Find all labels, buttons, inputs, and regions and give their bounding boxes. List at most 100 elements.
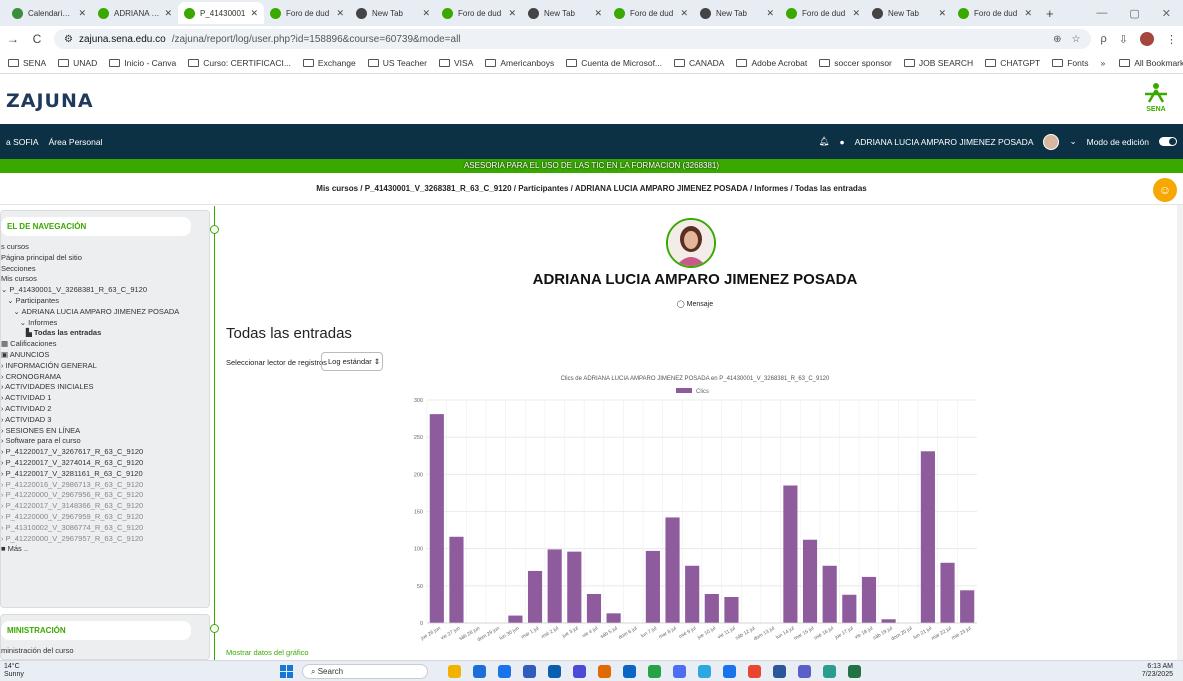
nav-tree-item[interactable]: › P_41220017_V_3267617_R_63_C_9120 bbox=[1, 447, 203, 458]
bar[interactable] bbox=[586, 594, 602, 623]
close-icon[interactable]: ✕ bbox=[938, 8, 946, 19]
bar[interactable] bbox=[822, 565, 837, 623]
close-icon[interactable]: ✕ bbox=[852, 8, 860, 19]
browser-tab[interactable]: New Tab ✕ bbox=[350, 2, 436, 24]
nav-tree-item[interactable]: › INFORMACIÓN GENERAL bbox=[1, 361, 203, 372]
nav-tree-item[interactable]: › CRONOGRAMA bbox=[1, 372, 203, 383]
bar[interactable] bbox=[567, 551, 582, 623]
taskbar-app-icon[interactable] bbox=[748, 665, 761, 678]
minimize-icon[interactable]: — bbox=[1096, 7, 1107, 20]
menu-icon[interactable]: ⋮ bbox=[1166, 33, 1177, 46]
message-button[interactable]: ◯ Mensaje bbox=[220, 300, 1170, 308]
admin-course-link[interactable]: ministración del curso bbox=[1, 646, 203, 657]
nav-tree-item[interactable]: ⌄ Informes bbox=[1, 318, 203, 329]
close-icon[interactable]: ✕ bbox=[766, 8, 774, 19]
browser-tab[interactable]: Foro de dud ✕ bbox=[436, 2, 522, 24]
browser-tab[interactable]: New Tab ✕ bbox=[866, 2, 952, 24]
close-icon[interactable]: ✕ bbox=[508, 8, 516, 19]
user-menu-name[interactable]: ADRIANA LUCIA AMPARO JIMENEZ POSADA bbox=[855, 137, 1034, 147]
nav-tree-item[interactable]: ⌄ ADRIANA LUCIA AMPARO JIMENEZ POSADA bbox=[1, 307, 203, 318]
close-icon[interactable]: ✕ bbox=[680, 8, 688, 19]
taskbar-app-icon[interactable] bbox=[573, 665, 586, 678]
nav-tree-item[interactable]: ▦ Calificaciones bbox=[1, 339, 203, 350]
taskbar-app-icon[interactable] bbox=[848, 665, 861, 678]
nav-tree-item[interactable]: s cursos bbox=[1, 242, 203, 253]
bar[interactable] bbox=[429, 414, 444, 623]
taskbar-app-icon[interactable] bbox=[548, 665, 561, 678]
bookmark-item[interactable]: US Teacher bbox=[367, 58, 427, 68]
nav-tree-item[interactable]: › P_41310002_V_3086774_R_63_C_9120 bbox=[1, 523, 203, 534]
nav-tree-item[interactable]: › P_41220000_V_2967956_R_63_C_9120 bbox=[1, 490, 203, 501]
page-scrollbar[interactable] bbox=[1177, 205, 1183, 660]
zajuna-logo[interactable]: ZAJUNA bbox=[6, 90, 94, 112]
edit-mode-toggle[interactable] bbox=[1159, 137, 1177, 146]
close-icon[interactable]: ✕ bbox=[594, 8, 602, 19]
nav-tree-item[interactable]: › P_41220017_V_3148366_R_63_C_9120 bbox=[1, 501, 203, 512]
bar[interactable] bbox=[665, 517, 680, 623]
forward-icon[interactable]: → bbox=[6, 32, 20, 46]
new-tab-button[interactable]: + bbox=[1038, 6, 1062, 21]
breadcrumb[interactable]: Mis cursos / P_41430001_V_3268381_R_63_C… bbox=[0, 173, 1183, 205]
bookmark-item[interactable]: SENA bbox=[8, 58, 46, 68]
profile-photo[interactable] bbox=[666, 218, 716, 268]
bookmark-item[interactable]: CHATGPT bbox=[985, 58, 1040, 68]
bar[interactable] bbox=[449, 536, 464, 623]
all-bookmarks-button[interactable]: All Bookmarks bbox=[1119, 58, 1183, 68]
browser-tab[interactable]: Foro de dud ✕ bbox=[780, 2, 866, 24]
browser-tab[interactable]: Foro de dud ✕ bbox=[952, 2, 1038, 24]
bar[interactable] bbox=[842, 594, 857, 623]
nav-tree-item[interactable]: ⌄ P_41430001_V_3268381_R_63_C_9120 bbox=[1, 285, 203, 296]
bar[interactable] bbox=[861, 576, 877, 623]
show-chart-data-link[interactable]: Mostrar datos del gráfico bbox=[226, 648, 309, 657]
browser-tab[interactable]: Calendario C ✕ bbox=[6, 2, 92, 24]
close-icon[interactable]: ✕ bbox=[164, 8, 172, 19]
bar[interactable] bbox=[685, 565, 700, 623]
bookmark-item[interactable]: VISA bbox=[439, 58, 473, 68]
bar[interactable] bbox=[508, 615, 523, 623]
chevron-down-icon[interactable]: ⌄ bbox=[1069, 136, 1076, 147]
bookmark-item[interactable]: CANADA bbox=[674, 58, 724, 68]
nav-tree-item[interactable]: › ACTIVIDADES INICIALES bbox=[1, 382, 203, 393]
bar[interactable] bbox=[527, 570, 543, 623]
close-window-icon[interactable]: ✕ bbox=[1162, 7, 1171, 20]
taskbar-app-icon[interactable] bbox=[523, 665, 536, 678]
close-icon[interactable]: ✕ bbox=[78, 8, 86, 19]
nav-tree-item[interactable]: › P_41220016_V_2986713_R_63_C_9120 bbox=[1, 480, 203, 491]
start-menu-icon[interactable] bbox=[280, 665, 293, 678]
nav-tree-item[interactable]: ▙ Todas las entradas bbox=[1, 328, 203, 339]
messages-chat-icon[interactable]: ● bbox=[839, 137, 844, 147]
nav-tree-item[interactable]: › ACTIVIDAD 2 bbox=[1, 404, 203, 415]
browser-tab[interactable]: New Tab ✕ bbox=[694, 2, 780, 24]
nav-tree-item[interactable]: Página principal del sitio bbox=[1, 253, 203, 264]
bar[interactable] bbox=[802, 539, 818, 623]
close-icon[interactable]: ✕ bbox=[422, 8, 430, 19]
bar[interactable] bbox=[881, 619, 896, 623]
taskbar-app-icon[interactable] bbox=[648, 665, 661, 678]
nav-tree-item[interactable]: › P_41220000_V_2967957_R_63_C_9120 bbox=[1, 534, 203, 545]
taskbar-app-icon[interactable] bbox=[673, 665, 686, 678]
bar[interactable] bbox=[724, 596, 739, 623]
nav-link-area-personal[interactable]: Área Personal bbox=[49, 137, 103, 147]
bookmark-star-icon[interactable]: ☆ bbox=[1072, 34, 1081, 45]
taskbar-app-icon[interactable] bbox=[773, 665, 786, 678]
nav-tree-item[interactable]: Secciones bbox=[1, 264, 203, 275]
close-icon[interactable]: ✕ bbox=[336, 8, 344, 19]
log-reader-select[interactable]: Log estándar ⇕ bbox=[321, 352, 383, 371]
bookmark-item[interactable]: Cuenta de Microsof... bbox=[566, 58, 662, 68]
bookmark-item[interactable]: UNAD bbox=[58, 58, 97, 68]
browser-tab[interactable]: Foro de dud ✕ bbox=[264, 2, 350, 24]
taskbar-app-icon[interactable] bbox=[623, 665, 636, 678]
nav-tree-item[interactable]: › P_41220000_V_2967959_R_63_C_9120 bbox=[1, 512, 203, 523]
bookmark-item[interactable]: Exchange bbox=[302, 58, 356, 68]
nav-link-sofia[interactable]: a SOFIA bbox=[6, 137, 39, 147]
taskbar-clock[interactable]: 6:13 AM 7/23/2025 bbox=[1142, 663, 1179, 679]
nav-tree-item[interactable]: › ACTIVIDAD 3 bbox=[1, 415, 203, 426]
close-icon[interactable]: ✕ bbox=[1024, 8, 1032, 19]
bookmark-item[interactable]: Americanboys bbox=[485, 58, 554, 68]
browser-tab[interactable]: Foro de dud ✕ bbox=[608, 2, 694, 24]
nav-tree-item[interactable]: › P_41220017_V_3274014_R_63_C_9120 bbox=[1, 458, 203, 469]
bar[interactable] bbox=[645, 550, 660, 623]
bar[interactable] bbox=[960, 590, 975, 623]
taskbar-app-icon[interactable] bbox=[698, 665, 711, 678]
profile-avatar[interactable] bbox=[1140, 32, 1154, 46]
